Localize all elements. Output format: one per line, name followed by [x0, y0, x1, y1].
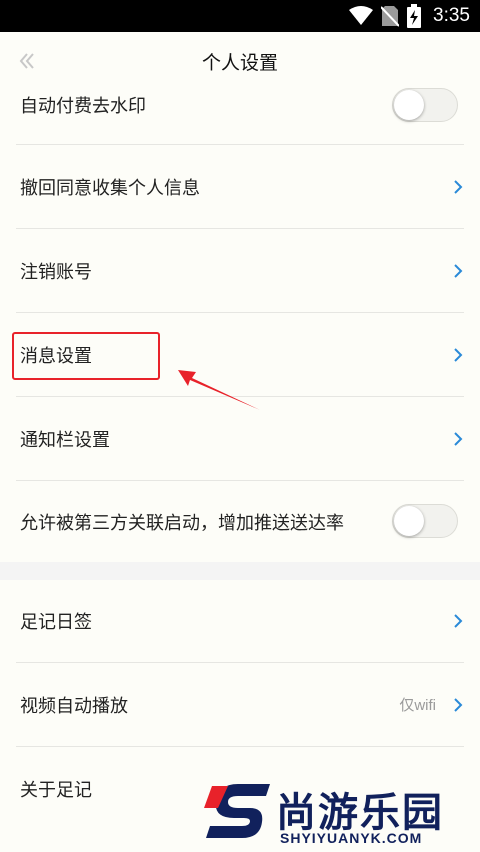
toggle-knob	[394, 506, 424, 536]
chevron-right-icon	[454, 263, 463, 278]
header: 个人设置	[0, 32, 480, 90]
setting-row-revoke-consent[interactable]: 撤回同意收集个人信息	[0, 145, 480, 228]
setting-label: 自动付费去水印	[20, 96, 146, 117]
status-icons: 3:35	[349, 4, 470, 28]
wifi-icon	[349, 6, 374, 25]
watermark-logo-icon	[204, 784, 270, 838]
setting-label: 通知栏设置	[20, 429, 110, 451]
toggle-knob	[394, 90, 424, 120]
status-time: 3:35	[433, 5, 470, 26]
annotation-highlight-box	[12, 332, 160, 380]
chevron-right-icon	[454, 697, 463, 712]
chevron-right-icon	[454, 431, 463, 446]
status-bar: 3:35	[0, 0, 480, 32]
chevron-right-icon	[454, 179, 463, 194]
setting-label: 允许被第三方关联启动，增加推送送达率	[20, 512, 344, 534]
setting-row-cancel-account[interactable]: 注销账号	[0, 229, 480, 312]
watermark-subtitle: SHYIYUANYK.COM	[280, 830, 423, 846]
setting-row-daily-sign[interactable]: 足记日签	[0, 580, 480, 662]
setting-label: 注销账号	[20, 261, 92, 283]
chevron-right-icon	[454, 347, 463, 362]
setting-row-third-party-launch: 允许被第三方关联启动，增加推送送达率	[0, 481, 480, 562]
setting-label: 视频自动播放	[20, 695, 128, 717]
setting-label: 关于足记	[20, 779, 92, 801]
auto-pay-watermark-toggle[interactable]	[392, 88, 458, 122]
setting-row-auto-pay-watermark: 自动付费去水印	[0, 88, 480, 144]
setting-value: 仅wifi	[399, 697, 436, 714]
setting-label: 足记日签	[20, 612, 92, 633]
settings-group-1: 自动付费去水印 撤回同意收集个人信息 注销账号 消息设置 通知栏设置 允许被第三…	[0, 88, 480, 562]
setting-label: 撤回同意收集个人信息	[20, 177, 200, 199]
annotation-arrow-icon	[178, 370, 260, 410]
page-title: 个人设置	[201, 52, 278, 74]
battery-charging-icon	[407, 4, 422, 28]
chevron-right-icon	[454, 614, 463, 628]
site-watermark: 尚游乐园 SHYIYUANYK.COM	[198, 778, 480, 852]
third-party-launch-toggle[interactable]	[392, 504, 458, 538]
setting-row-video-autoplay[interactable]: 视频自动播放 仅wifi	[0, 663, 480, 746]
no-sim-icon	[381, 6, 400, 27]
